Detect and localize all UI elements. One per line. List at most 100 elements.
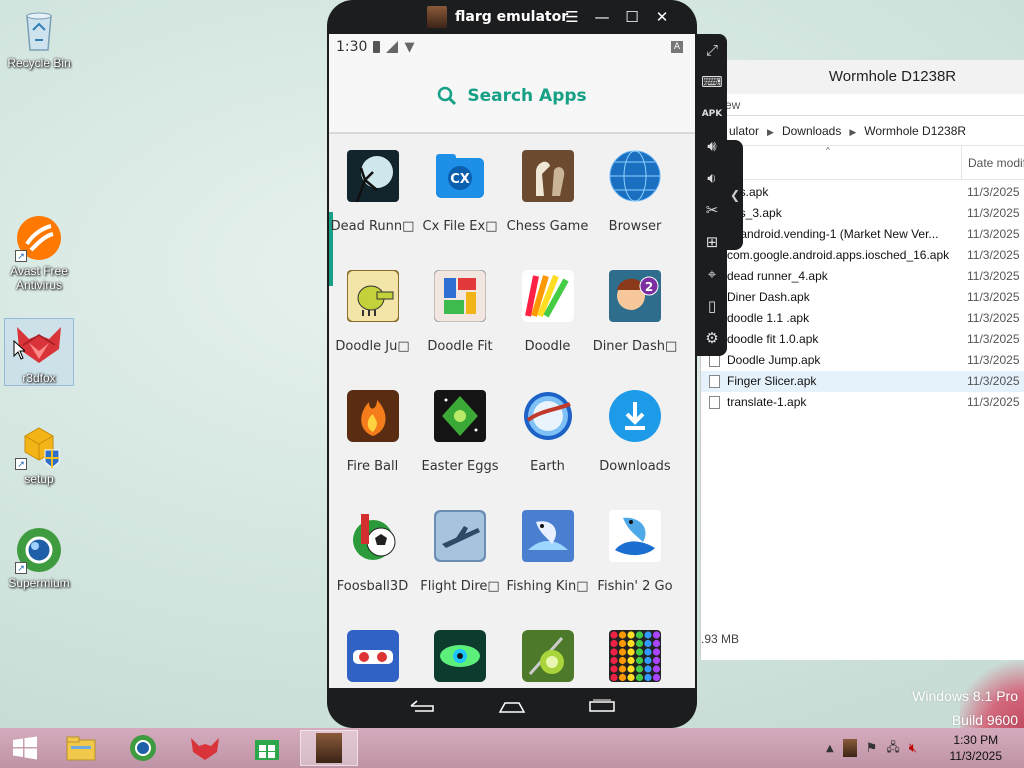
app-tile[interactable]: CX Cx File Ex□	[417, 136, 505, 256]
column-header-date[interactable]: Date modif	[961, 146, 1024, 180]
fullscreen-icon[interactable]: ⤢	[697, 34, 727, 66]
app-bubbles-icon	[609, 630, 662, 682]
file-row[interactable]: Diner Dash.apk 11/3/2025	[701, 287, 1024, 308]
start-button[interactable]	[0, 730, 50, 766]
app-tile[interactable]	[329, 616, 417, 688]
volume-up-icon[interactable]: 🔊︎	[697, 130, 727, 162]
taskbar-supermium[interactable]	[114, 730, 172, 766]
search-apps-bar[interactable]: Search Apps	[329, 60, 695, 134]
app-tile[interactable]: Foosball3D	[329, 496, 417, 616]
ribbon-view-tab[interactable]: ew	[701, 94, 1024, 116]
file-date: 11/3/2025	[967, 311, 1020, 325]
chevron-right-icon: ▶	[767, 127, 774, 137]
file-date: 11/3/2025	[967, 290, 1020, 304]
file-explorer-window: Wormhole D1238R ew ulator ▶ Downloads ▶ Worm…	[700, 60, 1024, 660]
network-icon[interactable]: 🖧︎	[886, 738, 899, 759]
desktop-icon-recycle-bin[interactable]: Recycle Bin	[4, 6, 74, 70]
dead-runner-icon	[346, 150, 399, 202]
app-tile[interactable]: Doodle	[504, 256, 592, 376]
location-icon[interactable]: ⌖	[697, 258, 727, 290]
toolbar-collapse-handle[interactable]: ❮	[727, 140, 743, 250]
app-tile[interactable]: 2 Diner Dash□	[592, 256, 680, 376]
maximize-button[interactable]: ☐	[621, 8, 643, 26]
breadcrumb-item[interactable]: ulator	[729, 124, 759, 138]
file-row[interactable]: com.google.android.apps.iosched_16.apk 11…	[701, 245, 1024, 266]
breadcrumb-item[interactable]: Wormhole D1238R	[864, 124, 966, 138]
app-tile[interactable]: Downloads	[592, 376, 680, 496]
settings-gear-icon[interactable]: ⚙	[697, 322, 727, 354]
desktop-icon-avast[interactable]: ↗ Avast Free Antivirus	[4, 214, 74, 292]
menu-icon[interactable]: ☰	[561, 8, 583, 26]
window-title: Wormhole D1238R	[701, 60, 1024, 94]
file-row[interactable]: translate-1.apk 11/3/2025	[701, 392, 1024, 413]
file-row[interactable]: ess_3.apk 11/3/2025	[701, 203, 1024, 224]
shake-icon[interactable]: ▯	[697, 290, 727, 322]
app-tile[interactable]: Chess Game	[504, 136, 592, 256]
home-button[interactable]	[492, 698, 532, 719]
file-name: Doodle Jump.apk	[727, 353, 821, 367]
taskbar: ▲ ⚑ 🖧︎ 🔇︎ 1:30 PM 11/3/2025	[0, 728, 1024, 768]
sort-caret-icon: ^	[826, 146, 830, 155]
file-date: 11/3/2025	[967, 332, 1020, 346]
app-label: Easter Eggs	[421, 459, 499, 474]
desktop-icon-setup[interactable]: ↗ setup	[4, 422, 74, 486]
app-tile[interactable]: Earth	[504, 376, 592, 496]
recents-icon	[589, 699, 615, 712]
back-button[interactable]	[402, 698, 442, 719]
tray-emulator-icon[interactable]	[842, 739, 857, 757]
volume-down-icon[interactable]: 🔉︎	[697, 162, 727, 194]
emulator-window: flarg emulator ☰ — ☐ ✕ 1:30 ▼ A Search A…	[327, 0, 697, 728]
file-row[interactable]: Doodle Jump.apk 11/3/2025	[701, 350, 1024, 371]
android-screen: 1:30 ▼ A Search Apps Dead Runn□ CX Cx File…	[329, 34, 695, 688]
file-row[interactable]: doodle 1.1 .apk 11/3/2025	[701, 308, 1024, 329]
minimize-button[interactable]: —	[591, 8, 613, 26]
close-button[interactable]: ✕	[651, 8, 673, 26]
desktop-icon-label: setup	[24, 472, 54, 486]
screenshot-scissors-icon[interactable]: ✂	[697, 194, 727, 226]
avast-icon: ↗	[15, 214, 63, 262]
app-tile[interactable]: Easter Eggs	[417, 376, 505, 496]
desktop-icon-label: Avast Free Antivirus	[10, 264, 68, 292]
add-window-icon[interactable]: ⊞	[697, 226, 727, 258]
app-tile[interactable]: Dead Runn□	[329, 136, 417, 256]
app-label: Fishin' 2 Go	[597, 579, 673, 594]
desktop-icon-supermium[interactable]: ↗ Supermium	[4, 526, 74, 590]
install-apk-icon[interactable]: APK	[697, 98, 727, 130]
recents-button[interactable]	[582, 698, 622, 719]
recycle-bin-icon	[15, 6, 63, 54]
app-tile[interactable]: Doodle Ju□	[329, 256, 417, 376]
file-date: 11/3/2025	[967, 227, 1020, 241]
action-center-flag-icon[interactable]: ⚑	[866, 741, 878, 756]
supermium-icon	[130, 735, 156, 761]
file-row[interactable]: dead runner_4.apk 11/3/2025	[701, 266, 1024, 287]
app-tile[interactable]	[592, 616, 680, 688]
app-tile[interactable]: Fishin' 2 Go	[592, 496, 680, 616]
fishing-kingdom-icon	[521, 510, 574, 562]
file-row[interactable]: oks.apk 11/3/2025	[701, 182, 1024, 203]
app-tile[interactable]	[504, 616, 592, 688]
file-name: dead runner_4.apk	[727, 269, 828, 283]
address-bar[interactable]: ulator ▶ Downloads ▶ Wormhole D1238R	[701, 116, 1024, 146]
keyboard-icon[interactable]: ⌨	[697, 66, 727, 98]
foosball-icon	[347, 510, 399, 562]
file-date: 11/3/2025	[967, 395, 1020, 409]
taskbar-flarg-emulator[interactable]	[300, 730, 358, 766]
app-tile[interactable]: Flight Dire□	[417, 496, 505, 616]
app-tile[interactable]: Fire Ball	[329, 376, 417, 496]
file-row[interactable]: Finger Slicer.apk 11/3/2025	[701, 371, 1024, 392]
taskbar-file-explorer[interactable]	[52, 730, 110, 766]
taskbar-store[interactable]	[238, 730, 296, 766]
volume-muted-icon[interactable]: 🔇︎	[909, 741, 917, 756]
app-tile[interactable]: Fishing Kin□	[504, 496, 592, 616]
file-row[interactable]: m.android.vending-1 (Market New Ver... 11…	[701, 224, 1024, 245]
file-row[interactable]: doodle fit 1.0.apk 11/3/2025	[701, 329, 1024, 350]
app-label: Fishing Kin□	[506, 579, 589, 594]
taskbar-r3dfox[interactable]	[176, 730, 234, 766]
file-name: doodle 1.1 .apk	[727, 311, 810, 325]
app-tile[interactable]: Doodle Fit	[417, 256, 505, 376]
app-tile[interactable]	[417, 616, 505, 688]
show-hidden-icons-icon[interactable]: ▲	[826, 743, 834, 754]
taskbar-clock[interactable]: 1:30 PM 11/3/2025	[950, 732, 1003, 764]
app-tile[interactable]: Browser	[592, 136, 680, 256]
breadcrumb-item[interactable]: Downloads	[782, 124, 841, 138]
